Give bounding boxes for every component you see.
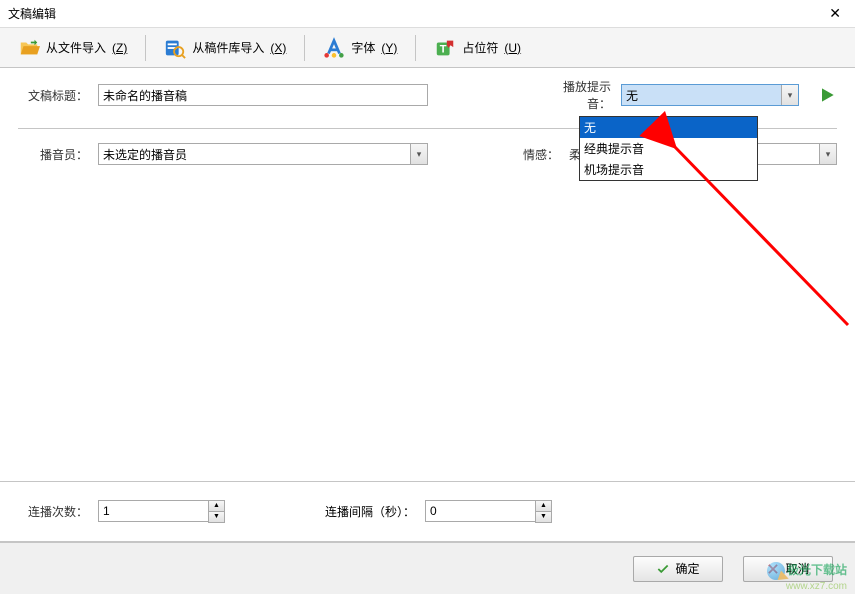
placeholder-tag-icon: T: [434, 37, 456, 59]
close-icon[interactable]: ✕: [823, 5, 847, 22]
font-label: 字体: [351, 39, 375, 56]
announcer-label: 播音员：: [18, 146, 88, 163]
ok-button[interactable]: 确定: [633, 556, 723, 582]
placeholder-button[interactable]: T 占位符(U): [426, 33, 529, 63]
watermark: 极光下载站 www.xz7.com: [767, 561, 847, 592]
placeholder-label: 占位符: [462, 39, 498, 56]
import-from-library-button[interactable]: 从稿件库导入(X): [156, 33, 294, 63]
interval-label: 连播间隔（秒）：: [305, 503, 415, 520]
sound-combo[interactable]: 无 ▾: [621, 84, 799, 106]
dropdown-option[interactable]: 无: [580, 117, 757, 138]
spin-down-icon[interactable]: ▼: [536, 512, 551, 522]
title-input[interactable]: [98, 84, 428, 106]
title-label: 文稿标题：: [18, 87, 88, 104]
bottom-row: 连播次数： ▲▼ 连播间隔（秒）： ▲▼: [0, 481, 855, 542]
chevron-down-icon: ▾: [781, 85, 798, 105]
svg-text:T: T: [440, 43, 447, 55]
check-icon: [656, 562, 670, 576]
window-title: 文稿编辑: [8, 5, 56, 22]
spin-down-icon[interactable]: ▼: [209, 512, 224, 522]
window-titlebar: 文稿编辑 ✕: [0, 0, 855, 28]
announcer-combo[interactable]: 未选定的播音员 ▾: [98, 143, 428, 165]
toolbar-separator: [304, 35, 305, 61]
repeat-count-label: 连播次数：: [18, 503, 88, 520]
content-area: [18, 181, 837, 471]
row-title: 文稿标题： 播放提示音： 无 ▾: [18, 78, 837, 112]
toolbar: 从文件导入(Z) 从稿件库导入(X) 字体(Y) T 占位符(U): [0, 28, 855, 68]
font-button[interactable]: 字体(Y): [315, 33, 405, 63]
font-color-icon: [323, 37, 345, 59]
library-search-icon: [164, 37, 186, 59]
spin-up-icon[interactable]: ▲: [536, 501, 551, 512]
toolbar-separator: [415, 35, 416, 61]
spinner-buttons[interactable]: ▲▼: [535, 500, 552, 523]
dropdown-option[interactable]: 经典提示音: [580, 138, 757, 159]
globe-icon: [767, 562, 785, 580]
ok-label: 确定: [675, 560, 699, 577]
repeat-count-input[interactable]: [98, 500, 208, 522]
import-from-file-label: 从文件导入: [46, 39, 106, 56]
sound-combo-value: 无: [626, 87, 638, 104]
repeat-count-spinner[interactable]: ▲▼: [98, 500, 225, 523]
emotion-label: 情感：: [519, 146, 559, 163]
dialog-footer: 确定 取消 极光下载站 www.xz7.com: [0, 542, 855, 594]
interval-spinner[interactable]: ▲▼: [425, 500, 552, 523]
spinner-buttons[interactable]: ▲▼: [208, 500, 225, 523]
folder-open-icon: [18, 37, 40, 59]
play-button[interactable]: [817, 85, 837, 105]
import-from-library-label: 从稿件库导入: [192, 39, 264, 56]
toolbar-separator: [145, 35, 146, 61]
announcer-combo-value: 未选定的播音员: [103, 146, 187, 163]
dropdown-option[interactable]: 机场提示音: [580, 159, 757, 180]
sound-label: 播放提示音：: [541, 78, 611, 112]
import-from-file-button[interactable]: 从文件导入(Z): [10, 33, 135, 63]
chevron-down-icon: ▾: [410, 144, 427, 164]
chevron-down-icon: ▾: [819, 144, 836, 164]
spin-up-icon[interactable]: ▲: [209, 501, 224, 512]
interval-input[interactable]: [425, 500, 535, 522]
sound-dropdown-list[interactable]: 无 经典提示音 机场提示音: [579, 116, 758, 181]
